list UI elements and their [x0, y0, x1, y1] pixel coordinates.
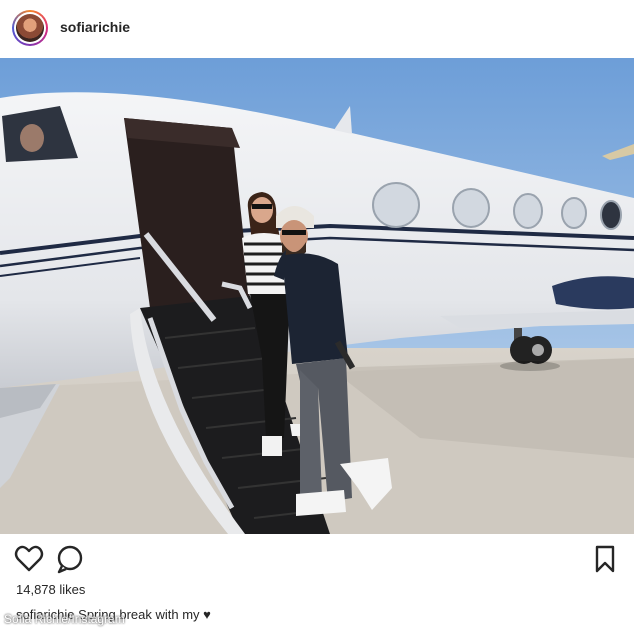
comment-bubble-icon[interactable] — [56, 544, 86, 579]
profile-avatar[interactable] — [12, 10, 48, 46]
bookmark-icon[interactable] — [594, 544, 616, 579]
post-photo[interactable] — [0, 58, 634, 534]
post-actions — [0, 540, 634, 578]
photo-credit: Sofia Richie/Instagram — [4, 612, 125, 626]
post-header: sofiarichie — [0, 0, 634, 58]
heart-outline-icon[interactable] — [14, 544, 44, 579]
likes-count[interactable]: 14,878 likes — [16, 582, 85, 597]
post-username[interactable]: sofiarichie — [60, 19, 130, 35]
avatar-image — [16, 14, 44, 42]
jet-photo-illustration — [0, 58, 634, 534]
